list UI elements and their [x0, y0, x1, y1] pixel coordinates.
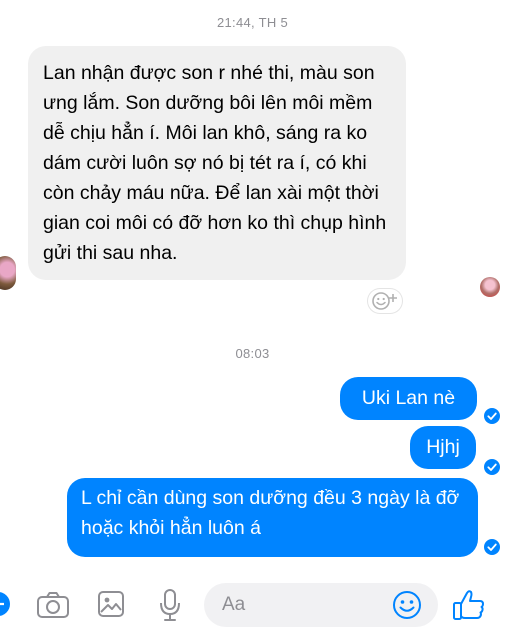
outgoing-message-bubble[interactable]: Hjhj — [410, 426, 476, 469]
camera-icon[interactable] — [36, 591, 70, 619]
timestamp-divider: 21:44, TH 5 — [217, 15, 288, 30]
sent-check-icon — [484, 459, 500, 475]
microphone-icon[interactable] — [158, 588, 182, 622]
incoming-message-bubble[interactable]: Lan nhận được son r nhé thi, màu son ưng… — [28, 46, 406, 280]
message-text: L chỉ cần dùng son dưỡng đều 3 ngày là đ… — [81, 487, 460, 539]
more-actions-icon[interactable] — [0, 592, 10, 616]
contact-avatar[interactable] — [0, 256, 16, 290]
message-input-placeholder: Aa — [222, 594, 246, 615]
outgoing-message-bubble[interactable]: L chỉ cần dùng son dưỡng đều 3 ngày là đ… — [67, 478, 478, 557]
message-text: Lan nhận được son r nhé thi, màu son ưng… — [43, 62, 387, 264]
outgoing-message-bubble[interactable]: Uki Lan nè — [340, 377, 477, 420]
message-text: Hjhj — [426, 436, 460, 458]
timestamp-divider: 08:03 — [235, 346, 270, 361]
emoji-icon[interactable] — [392, 590, 422, 620]
seen-avatar — [480, 277, 500, 297]
image-icon[interactable] — [97, 590, 125, 618]
sent-check-icon — [484, 408, 500, 424]
thumbs-up-icon[interactable] — [452, 588, 486, 622]
add-reaction-icon[interactable] — [368, 289, 402, 313]
sent-check-icon — [484, 539, 500, 555]
message-text: Uki Lan nè — [361, 387, 456, 409]
